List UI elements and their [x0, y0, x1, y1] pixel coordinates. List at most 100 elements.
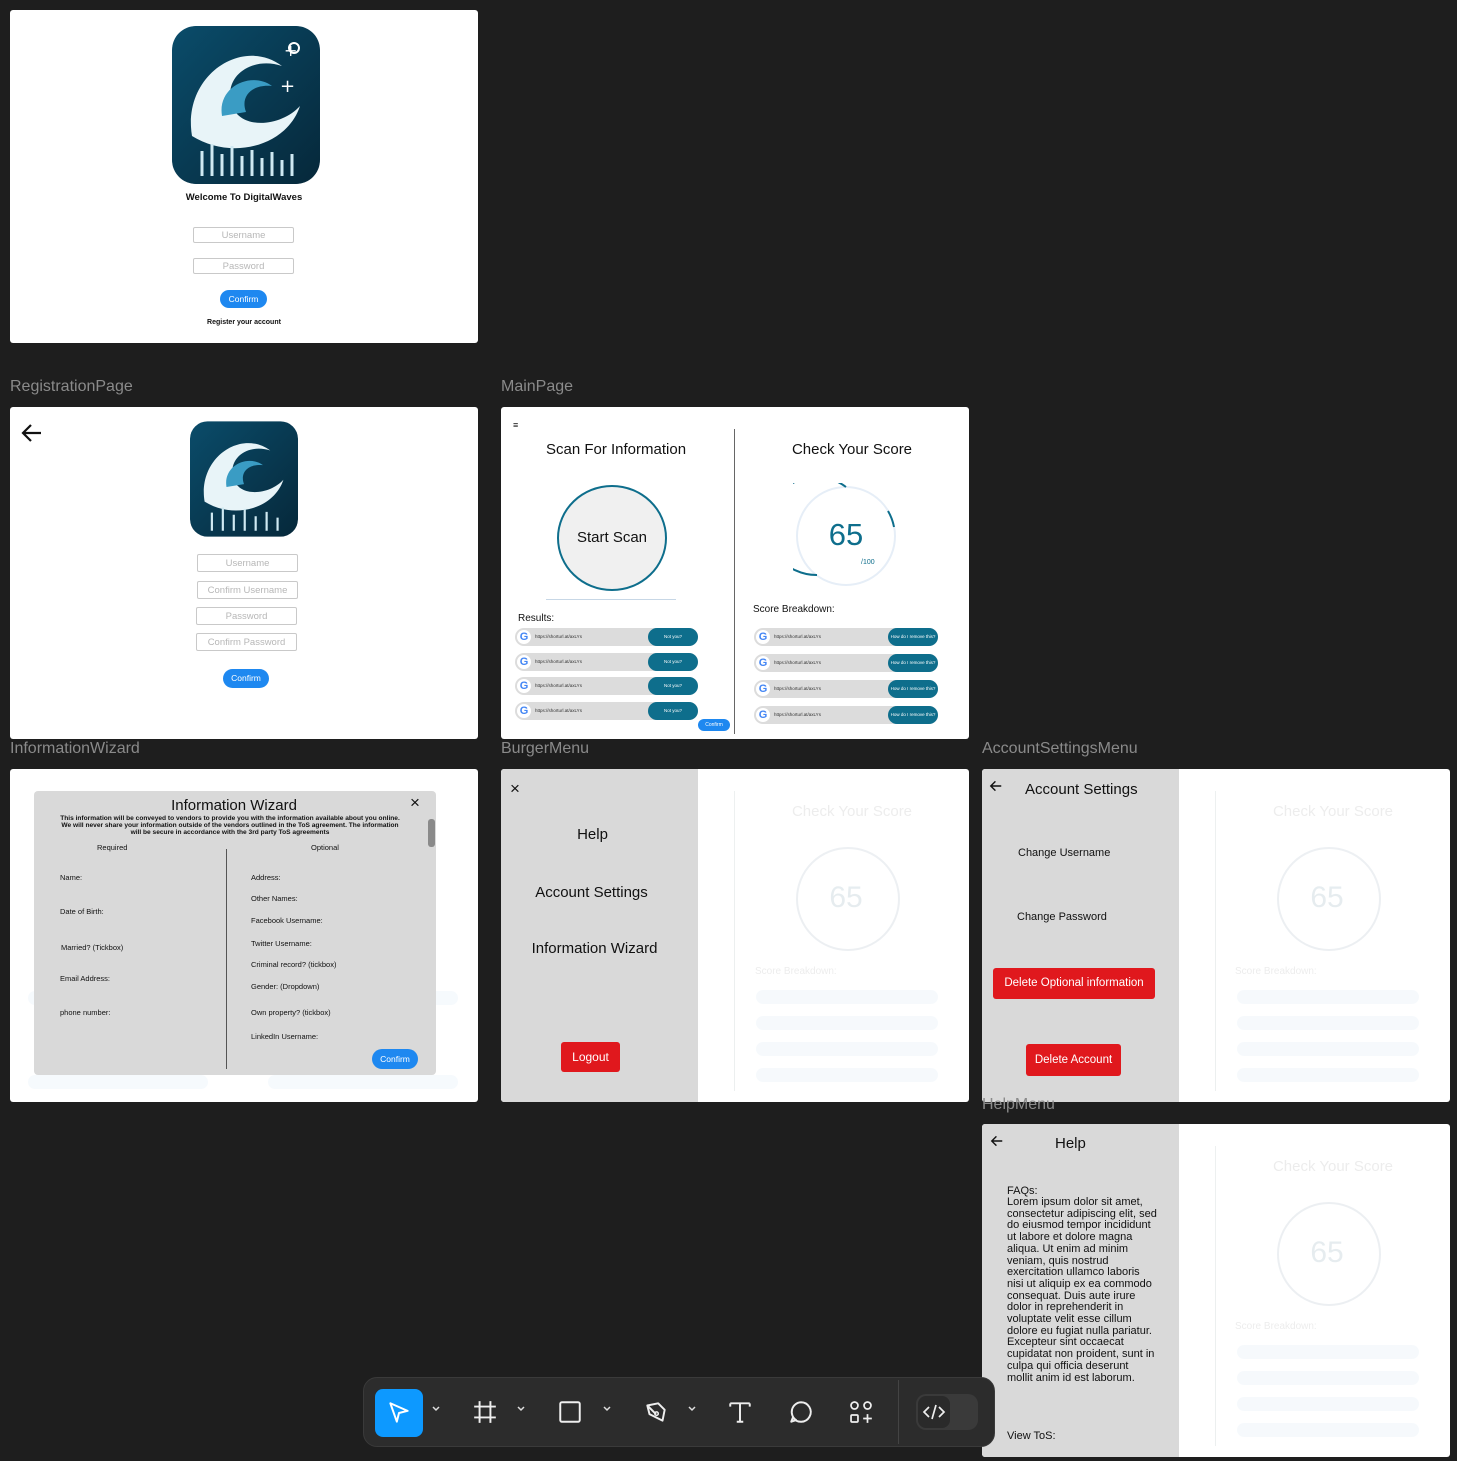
optional-field-label: Other Names: [251, 894, 298, 903]
pen-tool-icon[interactable] [634, 1390, 678, 1434]
menu-item-help[interactable]: Help [501, 826, 684, 843]
google-icon: G [517, 655, 531, 669]
help-title: Help [1055, 1135, 1086, 1152]
burger-frame: Check Your Score 65 Score Breakdown: × H… [501, 769, 969, 1102]
remove-help-button[interactable]: How do I remove this? [888, 654, 938, 672]
required-field-label: Email Address: [60, 974, 111, 983]
remove-help-button[interactable]: How do I remove this? [888, 680, 938, 698]
required-field-label: Name: [60, 873, 83, 882]
password-input[interactable]: Password [196, 607, 297, 625]
shape-tool-menu-chevron-down-icon[interactable] [602, 1405, 612, 1415]
change-password-link[interactable]: Change Password [1017, 911, 1107, 923]
move-tool-menu-chevron-down-icon[interactable] [431, 1405, 441, 1415]
remove-help-button[interactable]: How do I remove this? [888, 628, 938, 646]
frame-tool-icon[interactable] [463, 1390, 507, 1434]
google-icon: G [756, 656, 770, 670]
result-url: https://shorturl.at/axLYs [535, 659, 582, 664]
not-you-button[interactable]: Not you? [648, 677, 698, 695]
register-link[interactable]: Register your account [10, 319, 478, 326]
wizard-dialog: Information Wizard × This information wi… [34, 791, 436, 1075]
frame-label-account: AccountSettingsMenu [982, 740, 1138, 757]
breakdown-row: G https://shorturl.at/axLYs How do I rem… [754, 680, 938, 698]
breakdown-row: G https://shorturl.at/axLYs How do I rem… [754, 628, 938, 646]
optional-field-label: Twitter Username: [251, 939, 312, 948]
close-icon[interactable]: × [410, 793, 420, 813]
scrollbar[interactable] [428, 819, 435, 847]
username-input[interactable]: Username [197, 554, 298, 572]
results-label: Results: [518, 613, 555, 624]
google-icon: G [517, 630, 531, 644]
dev-mode-toggle[interactable] [916, 1394, 978, 1430]
column-divider [734, 429, 735, 734]
wizard-frame: Information Wizard × This information wi… [10, 769, 478, 1102]
username-input[interactable]: Username [193, 227, 294, 243]
remove-help-button[interactable]: How do I remove this? [888, 706, 938, 724]
text-tool-icon[interactable] [718, 1390, 762, 1434]
frame-label-burger: BurgerMenu [501, 740, 590, 757]
optional-field-label: LinkedIn Username: [251, 1032, 319, 1041]
move-tool-icon[interactable] [375, 1389, 423, 1437]
rectangle-tool-icon[interactable] [548, 1390, 592, 1434]
back-arrow-icon[interactable] [20, 421, 44, 450]
score-value: 65 [828, 517, 864, 552]
login-frame: + + Welcome To DigitalWaves Username Pas… [10, 10, 478, 343]
close-icon[interactable]: × [510, 779, 520, 799]
confirm-password-input[interactable]: Confirm Password [196, 633, 297, 651]
result-url: https://shorturl.at/axLYs [535, 634, 582, 639]
result-row: G https://shorturl.at/axLYs Not you? [515, 702, 698, 720]
back-arrow-icon[interactable] [989, 779, 1003, 798]
frame-label-main: MainPage [501, 378, 574, 395]
pen-tool-menu-chevron-down-icon[interactable] [687, 1405, 697, 1415]
design-toolbar [363, 1377, 995, 1447]
account-settings-panel: Account Settings Change Username Change … [982, 769, 1179, 1102]
start-scan-label: Start Scan [576, 529, 648, 546]
confirm-username-input[interactable]: Confirm Username [197, 581, 298, 599]
frame-label-help: HelpMenu [982, 1096, 1055, 1113]
burger-menu-icon[interactable]: ≡ [513, 420, 518, 430]
results-confirm-button[interactable]: Confirm [698, 719, 730, 731]
frame-tool-menu-chevron-down-icon[interactable] [516, 1405, 526, 1415]
background-main-page: Check Your Score 65 Score Breakdown: [698, 769, 969, 1102]
google-icon: G [756, 630, 770, 644]
columns-divider [226, 849, 227, 1069]
breakdown-url: https://shorturl.at/axLYs [774, 660, 821, 665]
required-field-label: Date of Birth: [60, 907, 104, 916]
password-input[interactable]: Password [193, 258, 294, 274]
google-icon: G [756, 682, 770, 696]
comment-tool-icon[interactable] [779, 1390, 823, 1434]
help-panel: Help FAQs: Lorem ipsum dolor sit amet, c… [982, 1124, 1179, 1457]
wizard-title: Information Wizard [171, 797, 297, 814]
scan-title: Scan For Information [545, 441, 687, 458]
delete-optional-info-button[interactable]: Delete Optional information [993, 968, 1155, 999]
delete-account-button[interactable]: Delete Account [1026, 1044, 1121, 1076]
digitalwaves-logo: + + [172, 26, 320, 184]
not-you-button[interactable]: Not you? [648, 702, 698, 720]
optional-field-label: Gender: (Dropdown) [251, 982, 320, 991]
registration-frame: Username Confirm Username Password Confi… [10, 407, 478, 739]
burger-panel: × Help Account Settings Information Wiza… [501, 769, 698, 1102]
result-row: G https://shorturl.at/axLYs Not you? [515, 628, 698, 646]
start-scan-button[interactable]: Start Scan [557, 485, 667, 591]
logout-button[interactable]: Logout [561, 1042, 620, 1072]
wizard-confirm-button[interactable]: Confirm [372, 1049, 418, 1069]
dev-mode-icon [918, 1396, 950, 1428]
menu-item-information-wizard[interactable]: Information Wizard [501, 940, 688, 957]
optional-field-label: Criminal record? (tickbox) [251, 960, 337, 969]
welcome-heading: Welcome To DigitalWaves [185, 192, 303, 203]
components-tool-icon[interactable] [839, 1390, 883, 1434]
change-username-link[interactable]: Change Username [1018, 847, 1110, 859]
result-url: https://shorturl.at/axLYs [535, 683, 582, 688]
toolbar-divider [898, 1380, 899, 1444]
menu-item-account-settings[interactable]: Account Settings [501, 884, 682, 901]
breakdown-url: https://shorturl.at/axLYs [774, 712, 821, 717]
optional-field-label: Own property? (tickbox) [251, 1008, 331, 1017]
confirm-button[interactable]: Confirm [220, 290, 267, 308]
wizard-description: This information will be conveyed to ven… [60, 815, 400, 836]
confirm-button[interactable]: Confirm [223, 669, 269, 688]
scan-progress-line [546, 599, 676, 600]
not-you-button[interactable]: Not you? [648, 653, 698, 671]
back-arrow-icon[interactable] [990, 1134, 1004, 1153]
view-tos-link[interactable]: View ToS: [1007, 1430, 1056, 1442]
optional-header: Optional [311, 843, 339, 852]
not-you-button[interactable]: Not you? [648, 628, 698, 646]
